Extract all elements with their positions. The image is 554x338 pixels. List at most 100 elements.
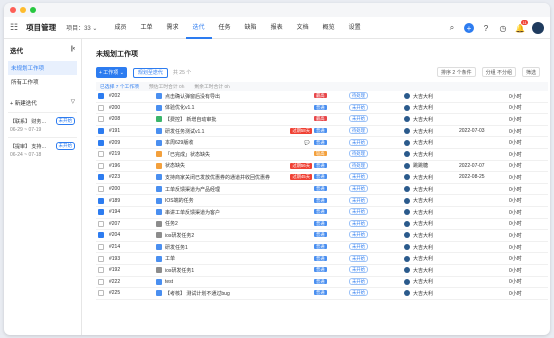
priority-cell[interactable]: 普通	[314, 209, 349, 215]
status-cell[interactable]: 未开始	[349, 208, 404, 216]
comment-icon[interactable]: 💬	[304, 140, 310, 146]
status-cell[interactable]: 未开始	[349, 289, 404, 297]
search-icon[interactable]: ⌕	[447, 23, 457, 33]
status-cell[interactable]: 未开始	[349, 219, 404, 227]
table-row[interactable]: #193 工单 普通 未开始 大吉大利 0小时	[96, 253, 548, 265]
status-cell[interactable]: 未开始	[349, 243, 404, 251]
item-title-cell[interactable]: 研发任务1	[156, 244, 314, 251]
priority-cell[interactable]: 最高	[314, 93, 349, 99]
minimize-dot-icon[interactable]	[20, 7, 26, 13]
priority-cell[interactable]: 普通	[314, 162, 349, 169]
item-title-cell[interactable]: 工单	[156, 255, 314, 262]
tab-1[interactable]: 工单	[133, 17, 159, 39]
priority-cell[interactable]: 普通	[314, 104, 349, 111]
maximize-dot-icon[interactable]	[30, 7, 36, 13]
owner-cell[interactable]: 大吉大利	[404, 290, 459, 297]
table-row[interactable]: #200 体验优化v1.1 普通 未开始 大吉大利 0小时	[96, 103, 548, 115]
owner-cell[interactable]: 大吉大利	[404, 139, 459, 146]
tab-4[interactable]: 任务	[212, 17, 238, 39]
status-cell[interactable]: 未开始	[349, 254, 404, 262]
item-title-cell[interactable]: 【费控】 新增自动审批	[156, 116, 314, 123]
priority-cell[interactable]: 普通	[314, 232, 349, 238]
table-row[interactable]: #209 本周629版收 💬 普通 未开始 大吉大利 0小时	[96, 137, 548, 149]
owner-cell[interactable]: 大吉大利	[404, 232, 459, 239]
item-title-cell[interactable]: 「已完成」状态缺失	[156, 151, 314, 158]
grid-menu-icon[interactable]: ☷	[10, 22, 18, 33]
item-title-cell[interactable]: 本周629版收 💬	[156, 139, 314, 146]
status-cell[interactable]: 未开始	[349, 115, 404, 123]
tab-2[interactable]: 需求	[160, 17, 186, 39]
table-row[interactable]: #214 研发任务1 普通 未开始 大吉大利 0小时	[96, 242, 548, 254]
filter-button[interactable]: 筛选	[521, 67, 540, 77]
tab-8[interactable]: 概览	[316, 17, 342, 39]
status-cell[interactable]: 未开始	[349, 196, 404, 204]
avatar[interactable]	[532, 22, 544, 34]
sidebar-item-all[interactable]: 所有工作项	[8, 75, 77, 89]
priority-cell[interactable]: 普通	[314, 267, 349, 273]
priority-cell[interactable]: 普通	[314, 139, 349, 146]
table-row[interactable]: #192 ios研发任务1 普通 未开始 大吉大利 0小时	[96, 265, 548, 277]
table-row[interactable]: #196 状态缺失 过期56天 普通 待处理 跳跳糖 2022-07-07 0小时	[96, 161, 548, 173]
iteration-card[interactable]: 【联系】 财务… 未开始 06-29 ~ 07-19	[8, 112, 77, 137]
table-row[interactable]: #219 「已完成」状态缺失 较高 待处理 大吉大利 0小时	[96, 149, 548, 161]
status-cell[interactable]: 未开始	[349, 103, 404, 111]
item-title-cell[interactable]: 体验优化v1.1	[156, 104, 314, 111]
item-title-cell[interactable]: 任务2	[156, 220, 314, 227]
help-icon[interactable]: ?	[481, 23, 491, 33]
table-row[interactable]: #225 【考核】 测试计划不通过bug 普通 未开始 大吉大利 0小时	[96, 288, 548, 300]
item-title-cell[interactable]: 点击确认弹窗后没有导出	[156, 93, 314, 100]
owner-cell[interactable]: 大吉大利	[404, 151, 459, 158]
owner-cell[interactable]: 大吉大利	[404, 104, 459, 111]
table-row[interactable]: #204 ios研发任务2 普通 未开始 大吉大利 0小时	[96, 230, 548, 242]
owner-cell[interactable]: 大吉大利	[404, 197, 459, 204]
tab-5[interactable]: 缺陷	[238, 17, 264, 39]
collapse-icon[interactable]: |‹	[71, 45, 75, 55]
table-row[interactable]: #200 工单反馈渠道为产品经理 普通 未开始 大吉大利 0小时	[96, 184, 548, 196]
item-title-cell[interactable]: 支持商家关闭已发放优惠券的通道并收回优惠券 过期45天	[156, 174, 314, 181]
owner-cell[interactable]: 大吉大利	[404, 255, 459, 262]
tab-6[interactable]: 报表	[264, 17, 290, 39]
table-row[interactable]: #208 【费控】 新增自动审批 最高 未开始 大吉大利 0小时	[96, 114, 548, 126]
status-cell[interactable]: 待处理	[349, 127, 404, 135]
item-title-cell[interactable]: ios研发任务2	[156, 232, 314, 239]
status-cell[interactable]: 未开始	[349, 138, 404, 146]
status-cell[interactable]: 未开始	[349, 173, 404, 181]
owner-cell[interactable]: 大吉大利	[404, 244, 459, 251]
priority-cell[interactable]: 普通	[314, 244, 349, 250]
item-title-cell[interactable]: test	[156, 278, 314, 285]
iteration-card[interactable]: 【提审】 支持… 未开始 06-24 ~ 07-18	[8, 137, 77, 162]
close-dot-icon[interactable]	[10, 7, 16, 13]
priority-cell[interactable]: 普通	[314, 290, 349, 296]
status-cell[interactable]: 未开始	[349, 266, 404, 274]
timer-icon[interactable]: ◷	[498, 23, 508, 33]
owner-cell[interactable]: 大吉大利	[404, 174, 459, 181]
add-icon[interactable]: +	[464, 23, 474, 33]
status-cell[interactable]: 待处理	[349, 150, 404, 158]
item-title-cell[interactable]: 研发任务测试v1.1 过期58天	[156, 128, 314, 135]
status-cell[interactable]: 待处理	[349, 161, 404, 169]
new-item-button[interactable]: + 工作项 ⌄	[96, 67, 127, 78]
priority-cell[interactable]: 较高	[314, 151, 349, 157]
tab-3[interactable]: 迭代	[185, 17, 212, 39]
table-row[interactable]: #194 串讲工单反馈渠道为客户 普通 未开始 大吉大利 0小时	[96, 207, 548, 219]
owner-cell[interactable]: 大吉大利	[404, 209, 459, 216]
group-button[interactable]: 分组 不分组	[481, 67, 516, 77]
priority-cell[interactable]: 普通	[314, 128, 349, 134]
priority-cell[interactable]: 普通	[314, 174, 349, 180]
status-cell[interactable]: 未开始	[349, 185, 404, 193]
owner-cell[interactable]: 跳跳糖	[404, 162, 459, 169]
sort-button[interactable]: 排序 2 个条件	[437, 67, 476, 77]
priority-cell[interactable]: 普通	[314, 278, 349, 285]
owner-cell[interactable]: 大吉大利	[404, 186, 459, 193]
item-title-cell[interactable]: ios研发任务1	[156, 267, 314, 274]
status-cell[interactable]: 未开始	[349, 277, 404, 285]
table-row[interactable]: #223 支持商家关闭已发放优惠券的通道并收回优惠券 过期45天 普通 未开始 大吉大利 2…	[96, 172, 548, 184]
table-row[interactable]: #191 研发任务测试v1.1 过期58天 普通 待处理 大吉大利 2022-07-03 0小…	[96, 126, 548, 138]
item-title-cell[interactable]: 串讲工单反馈渠道为客户	[156, 209, 314, 216]
table-row[interactable]: #207 任务2 普通 未开始 大吉大利 0小时	[96, 219, 548, 231]
status-cell[interactable]: 未开始	[349, 231, 404, 239]
filter-icon[interactable]: ▽	[71, 99, 75, 107]
table-row[interactable]: #222 test 普通 未开始 大吉大利 0小时	[96, 277, 548, 289]
item-title-cell[interactable]: 状态缺失 过期56天	[156, 162, 314, 169]
tab-0[interactable]: 成员	[107, 17, 133, 39]
